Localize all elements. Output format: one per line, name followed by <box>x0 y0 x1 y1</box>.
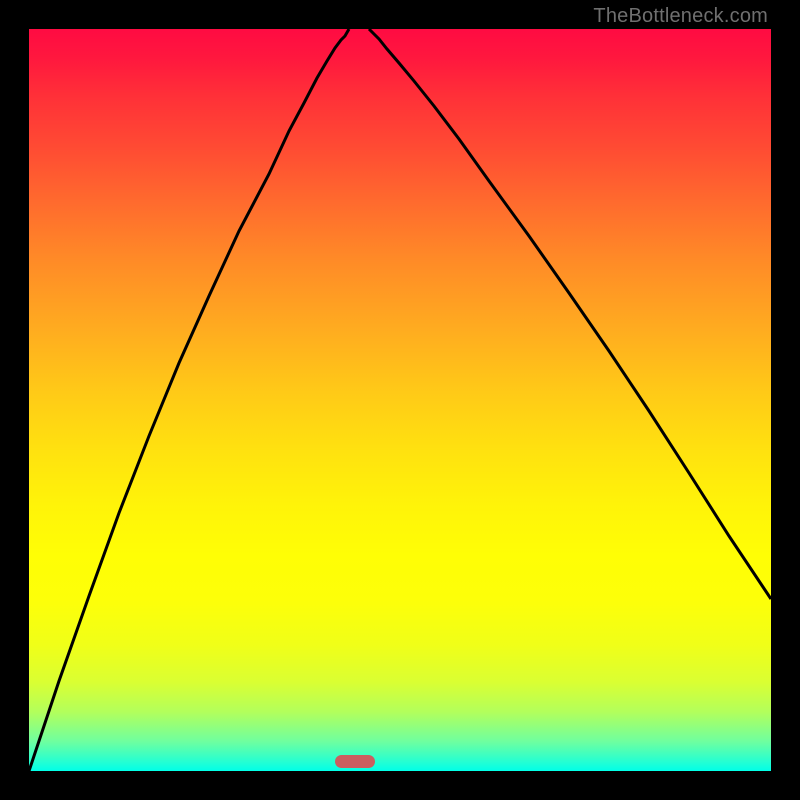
optimal-marker <box>335 755 375 768</box>
curves-svg <box>29 29 771 771</box>
right-curve <box>369 29 771 599</box>
left-curve <box>29 29 349 771</box>
plot-area <box>29 29 771 771</box>
watermark-text: TheBottleneck.com <box>593 5 768 28</box>
chart-frame: TheBottleneck.com <box>0 0 800 800</box>
